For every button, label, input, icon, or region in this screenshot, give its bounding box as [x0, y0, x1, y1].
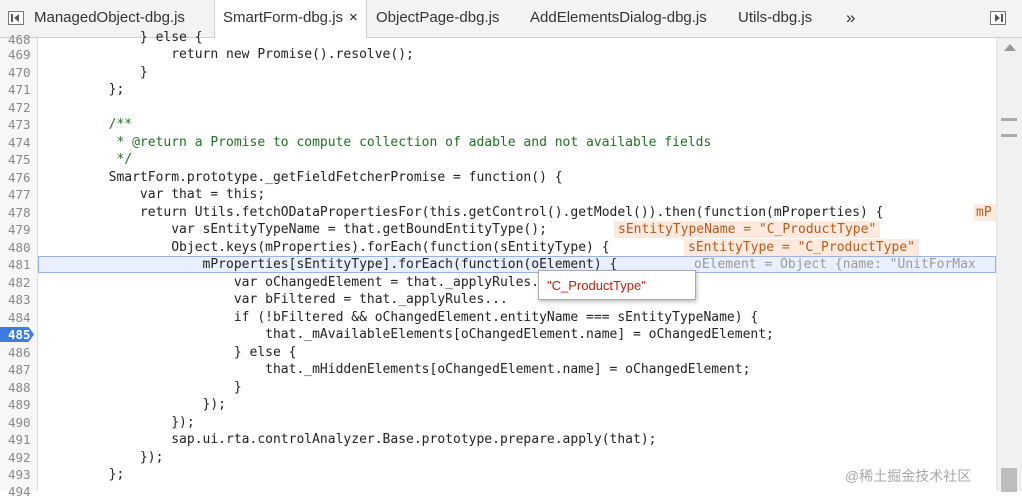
line-number: 474 [8, 135, 31, 150]
inline-debug-value: oElement = Object {name: "UnitForMax [694, 257, 976, 272]
code-comment: /** [46, 117, 133, 132]
line-number: 487 [8, 362, 31, 377]
code-line: if (!bFiltered && oChangedElement.entity… [46, 310, 759, 325]
code-line: }); [46, 450, 164, 465]
tab-objectpage[interactable]: ObjectPage-dbg.js [376, 0, 499, 37]
code-line: } else { [46, 30, 203, 45]
scroll-up-icon[interactable] [1004, 44, 1016, 51]
code-line: } [46, 65, 148, 80]
tab-label: ObjectPage-dbg.js [376, 9, 500, 26]
inline-debug-value: sEntityType = "C_ProductType" [684, 239, 919, 256]
line-number: 491 [8, 432, 31, 447]
code-line: return Utils.fetchODataPropertiesFor(thi… [46, 205, 884, 220]
line-number: 468 [8, 32, 31, 47]
line-number: 492 [8, 450, 31, 465]
line-number: 493 [8, 467, 31, 482]
line-number: 475 [8, 152, 31, 167]
line-number: 469 [8, 47, 31, 62]
code-line: } else { [46, 345, 297, 360]
line-number: 473 [8, 117, 31, 132]
breakpoint-line-number: 485 [8, 327, 31, 342]
line-number: 494 [8, 484, 31, 499]
line-number: 490 [8, 415, 31, 430]
line-number: 484 [8, 310, 31, 325]
line-number: 479 [8, 222, 31, 237]
close-tab-icon[interactable]: × [349, 9, 358, 26]
tab-label: AddElementsDialog-dbg.js [530, 9, 707, 26]
line-number: 489 [8, 397, 31, 412]
inline-debug-value: sEntityTypeName = "C_ProductType" [614, 221, 881, 238]
scroll-marker [1001, 118, 1017, 121]
hover-value-tooltip: "C_ProductType" [538, 270, 696, 300]
line-number: 486 [8, 345, 31, 360]
line-number: 481 [8, 257, 31, 272]
code-line: var that = this; [46, 187, 266, 202]
line-number: 477 [8, 187, 31, 202]
code-line: var sEntityTypeName = that.getBoundEntit… [46, 222, 547, 237]
scroll-marker [1001, 134, 1017, 137]
code-line: SmartForm.prototype._getFieldFetcherProm… [46, 170, 563, 185]
tab-label: SmartForm-dbg.js [223, 9, 344, 26]
tab-label: ManagedObject-dbg.js [34, 9, 185, 26]
code-line: var bFiltered = that._applyRules... [46, 292, 508, 307]
tab-addelementsdialog[interactable]: AddElementsDialog-dbg.js [530, 0, 707, 37]
code-line: that._mHiddenElements[oChangedElement.na… [46, 362, 751, 377]
tab-utils[interactable]: Utils-dbg.js [738, 0, 812, 37]
code-line: Object.keys(mProperties).forEach(functio… [46, 240, 610, 255]
code-line: that._mAvailableElements[oChangedElement… [46, 327, 774, 342]
tab-smartform[interactable]: SmartForm-dbg.js × [214, 0, 367, 38]
line-number: 472 [8, 100, 31, 115]
line-number: 482 [8, 275, 31, 290]
code-line: mProperties[sEntityType].forEach(functio… [46, 257, 618, 272]
toggle-navigator-icon[interactable] [8, 11, 24, 25]
code-line: }); [46, 397, 227, 412]
toggle-debugger-icon[interactable] [990, 11, 1006, 25]
code-line: }; [46, 82, 125, 97]
code-line: }); [46, 415, 195, 430]
line-number: 470 [8, 65, 31, 80]
code-line: var oChangedElement = that._applyRules..… [46, 275, 555, 290]
line-number: 478 [8, 205, 31, 220]
breakpoint-marker[interactable]: 485 [0, 327, 34, 342]
code-comment: */ [46, 152, 133, 167]
line-number: 480 [8, 240, 31, 255]
tab-label: Utils-dbg.js [738, 9, 813, 26]
line-number: 483 [8, 292, 31, 307]
code-line: }; [46, 467, 125, 482]
code-line: sap.ui.rta.controlAnalyzer.Base.prototyp… [46, 432, 657, 447]
code-line: } [46, 380, 242, 395]
vertical-scrollbar[interactable] [996, 38, 1022, 492]
code-line: return new Promise().resolve(); [46, 47, 414, 62]
code-comment: * @return a Promise to compute collectio… [46, 135, 712, 150]
line-number: 471 [8, 82, 31, 97]
scrollbar-thumb[interactable] [1001, 468, 1017, 492]
more-tabs-icon[interactable]: » [846, 0, 855, 36]
line-number: 476 [8, 170, 31, 185]
watermark: @稀土掘金技术社区 [845, 468, 972, 484]
line-number: 488 [8, 380, 31, 395]
